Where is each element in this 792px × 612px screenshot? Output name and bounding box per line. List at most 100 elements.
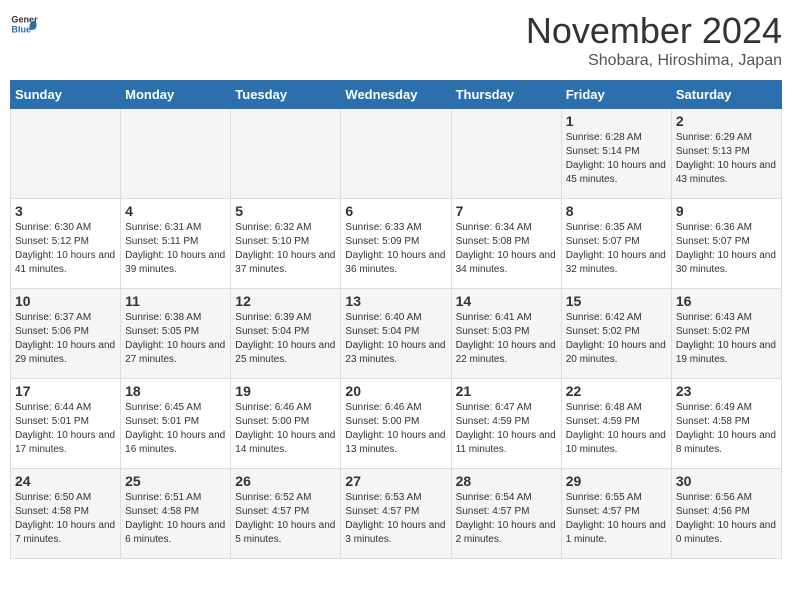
weekday-header-sunday: Sunday xyxy=(11,81,121,109)
day-cell: 18 Sunrise: 6:45 AM Sunset: 5:01 PM Dayli… xyxy=(121,379,231,469)
day-info: Sunrise: 6:40 AM Sunset: 5:04 PM Dayligh… xyxy=(345,311,446,367)
day-number: 9 xyxy=(676,203,777,219)
day-cell: 12 Sunrise: 6:39 AM Sunset: 5:04 PM Dayli… xyxy=(231,289,341,379)
day-number: 19 xyxy=(235,383,336,399)
day-info: Sunrise: 6:56 AM Sunset: 4:56 PM Dayligh… xyxy=(676,491,777,547)
day-number: 4 xyxy=(125,203,226,219)
day-info: Sunrise: 6:46 AM Sunset: 5:00 PM Dayligh… xyxy=(235,401,336,457)
day-info: Sunrise: 6:33 AM Sunset: 5:09 PM Dayligh… xyxy=(345,221,446,277)
day-number: 2 xyxy=(676,113,777,129)
day-number: 5 xyxy=(235,203,336,219)
day-number: 14 xyxy=(456,293,557,309)
day-cell: 26 Sunrise: 6:52 AM Sunset: 4:57 PM Dayli… xyxy=(231,469,341,559)
week-row-1: 1 Sunrise: 6:28 AM Sunset: 5:14 PM Daylig… xyxy=(11,109,782,199)
day-info: Sunrise: 6:49 AM Sunset: 4:58 PM Dayligh… xyxy=(676,401,777,457)
day-cell: 20 Sunrise: 6:46 AM Sunset: 5:00 PM Dayli… xyxy=(341,379,451,469)
day-info: Sunrise: 6:55 AM Sunset: 4:57 PM Dayligh… xyxy=(566,491,667,547)
title-area: November 2024 Shobara, Hiroshima, Japan xyxy=(526,10,782,70)
day-number: 6 xyxy=(345,203,446,219)
day-number: 12 xyxy=(235,293,336,309)
day-cell: 23 Sunrise: 6:49 AM Sunset: 4:58 PM Dayli… xyxy=(671,379,781,469)
day-cell: 10 Sunrise: 6:37 AM Sunset: 5:06 PM Dayli… xyxy=(11,289,121,379)
day-info: Sunrise: 6:52 AM Sunset: 4:57 PM Dayligh… xyxy=(235,491,336,547)
day-cell: 29 Sunrise: 6:55 AM Sunset: 4:57 PM Dayli… xyxy=(561,469,671,559)
day-number: 17 xyxy=(15,383,116,399)
day-number: 21 xyxy=(456,383,557,399)
day-info: Sunrise: 6:41 AM Sunset: 5:03 PM Dayligh… xyxy=(456,311,557,367)
day-cell xyxy=(341,109,451,199)
day-cell: 30 Sunrise: 6:56 AM Sunset: 4:56 PM Dayli… xyxy=(671,469,781,559)
day-cell xyxy=(451,109,561,199)
day-info: Sunrise: 6:38 AM Sunset: 5:05 PM Dayligh… xyxy=(125,311,226,367)
svg-text:Blue: Blue xyxy=(11,24,31,34)
weekday-header-thursday: Thursday xyxy=(451,81,561,109)
day-number: 7 xyxy=(456,203,557,219)
day-cell: 28 Sunrise: 6:54 AM Sunset: 4:57 PM Dayli… xyxy=(451,469,561,559)
day-info: Sunrise: 6:47 AM Sunset: 4:59 PM Dayligh… xyxy=(456,401,557,457)
day-info: Sunrise: 6:54 AM Sunset: 4:57 PM Dayligh… xyxy=(456,491,557,547)
day-cell: 9 Sunrise: 6:36 AM Sunset: 5:07 PM Daylig… xyxy=(671,199,781,289)
day-cell: 5 Sunrise: 6:32 AM Sunset: 5:10 PM Daylig… xyxy=(231,199,341,289)
day-number: 10 xyxy=(15,293,116,309)
day-cell: 1 Sunrise: 6:28 AM Sunset: 5:14 PM Daylig… xyxy=(561,109,671,199)
day-info: Sunrise: 6:35 AM Sunset: 5:07 PM Dayligh… xyxy=(566,221,667,277)
day-info: Sunrise: 6:53 AM Sunset: 4:57 PM Dayligh… xyxy=(345,491,446,547)
day-info: Sunrise: 6:46 AM Sunset: 5:00 PM Dayligh… xyxy=(345,401,446,457)
day-number: 27 xyxy=(345,473,446,489)
logo-icon: General Blue xyxy=(10,10,38,38)
day-cell xyxy=(11,109,121,199)
logo: General Blue xyxy=(10,10,38,38)
day-cell: 27 Sunrise: 6:53 AM Sunset: 4:57 PM Dayli… xyxy=(341,469,451,559)
day-info: Sunrise: 6:36 AM Sunset: 5:07 PM Dayligh… xyxy=(676,221,777,277)
day-info: Sunrise: 6:50 AM Sunset: 4:58 PM Dayligh… xyxy=(15,491,116,547)
day-number: 8 xyxy=(566,203,667,219)
day-cell: 17 Sunrise: 6:44 AM Sunset: 5:01 PM Dayli… xyxy=(11,379,121,469)
header: General Blue November 2024 Shobara, Hiro… xyxy=(10,10,782,70)
day-cell: 24 Sunrise: 6:50 AM Sunset: 4:58 PM Dayli… xyxy=(11,469,121,559)
day-number: 22 xyxy=(566,383,667,399)
day-cell: 22Sunrise: 6:48 AM Sunset: 4:59 PM Dayli… xyxy=(561,379,671,469)
day-info: Sunrise: 6:32 AM Sunset: 5:10 PM Dayligh… xyxy=(235,221,336,277)
weekday-header-wednesday: Wednesday xyxy=(341,81,451,109)
day-number: 20 xyxy=(345,383,446,399)
day-cell: 6 Sunrise: 6:33 AM Sunset: 5:09 PM Daylig… xyxy=(341,199,451,289)
location-title: Shobara, Hiroshima, Japan xyxy=(526,52,782,70)
day-info: Sunrise: 6:37 AM Sunset: 5:06 PM Dayligh… xyxy=(15,311,116,367)
day-cell: 4Sunrise: 6:31 AM Sunset: 5:11 PM Daylig… xyxy=(121,199,231,289)
day-number: 16 xyxy=(676,293,777,309)
day-info: Sunrise: 6:44 AM Sunset: 5:01 PM Dayligh… xyxy=(15,401,116,457)
day-number: 28 xyxy=(456,473,557,489)
day-number: 23 xyxy=(676,383,777,399)
day-cell: 13 Sunrise: 6:40 AM Sunset: 5:04 PM Dayli… xyxy=(341,289,451,379)
day-number: 29 xyxy=(566,473,667,489)
day-number: 3 xyxy=(15,203,116,219)
day-info: Sunrise: 6:45 AM Sunset: 5:01 PM Dayligh… xyxy=(125,401,226,457)
day-cell: 11Sunrise: 6:38 AM Sunset: 5:05 PM Dayli… xyxy=(121,289,231,379)
day-info: Sunrise: 6:34 AM Sunset: 5:08 PM Dayligh… xyxy=(456,221,557,277)
day-number: 1 xyxy=(566,113,667,129)
week-row-3: 10 Sunrise: 6:37 AM Sunset: 5:06 PM Dayli… xyxy=(11,289,782,379)
day-number: 13 xyxy=(345,293,446,309)
month-title: November 2024 xyxy=(526,10,782,52)
day-info: Sunrise: 6:43 AM Sunset: 5:02 PM Dayligh… xyxy=(676,311,777,367)
day-number: 30 xyxy=(676,473,777,489)
weekday-header-monday: Monday xyxy=(121,81,231,109)
week-row-5: 24 Sunrise: 6:50 AM Sunset: 4:58 PM Dayli… xyxy=(11,469,782,559)
day-cell xyxy=(121,109,231,199)
day-info: Sunrise: 6:51 AM Sunset: 4:58 PM Dayligh… xyxy=(125,491,226,547)
day-number: 25 xyxy=(125,473,226,489)
day-number: 18 xyxy=(125,383,226,399)
day-info: Sunrise: 6:39 AM Sunset: 5:04 PM Dayligh… xyxy=(235,311,336,367)
day-number: 26 xyxy=(235,473,336,489)
week-row-2: 3Sunrise: 6:30 AM Sunset: 5:12 PM Daylig… xyxy=(11,199,782,289)
week-row-4: 17 Sunrise: 6:44 AM Sunset: 5:01 PM Dayli… xyxy=(11,379,782,469)
day-cell: 14 Sunrise: 6:41 AM Sunset: 5:03 PM Dayli… xyxy=(451,289,561,379)
day-cell: 8 Sunrise: 6:35 AM Sunset: 5:07 PM Daylig… xyxy=(561,199,671,289)
day-info: Sunrise: 6:28 AM Sunset: 5:14 PM Dayligh… xyxy=(566,131,667,187)
weekday-header-friday: Friday xyxy=(561,81,671,109)
weekday-header-row: SundayMondayTuesdayWednesdayThursdayFrid… xyxy=(11,81,782,109)
day-number: 24 xyxy=(15,473,116,489)
weekday-header-saturday: Saturday xyxy=(671,81,781,109)
day-cell: 15Sunrise: 6:42 AM Sunset: 5:02 PM Dayli… xyxy=(561,289,671,379)
day-cell: 16 Sunrise: 6:43 AM Sunset: 5:02 PM Dayli… xyxy=(671,289,781,379)
